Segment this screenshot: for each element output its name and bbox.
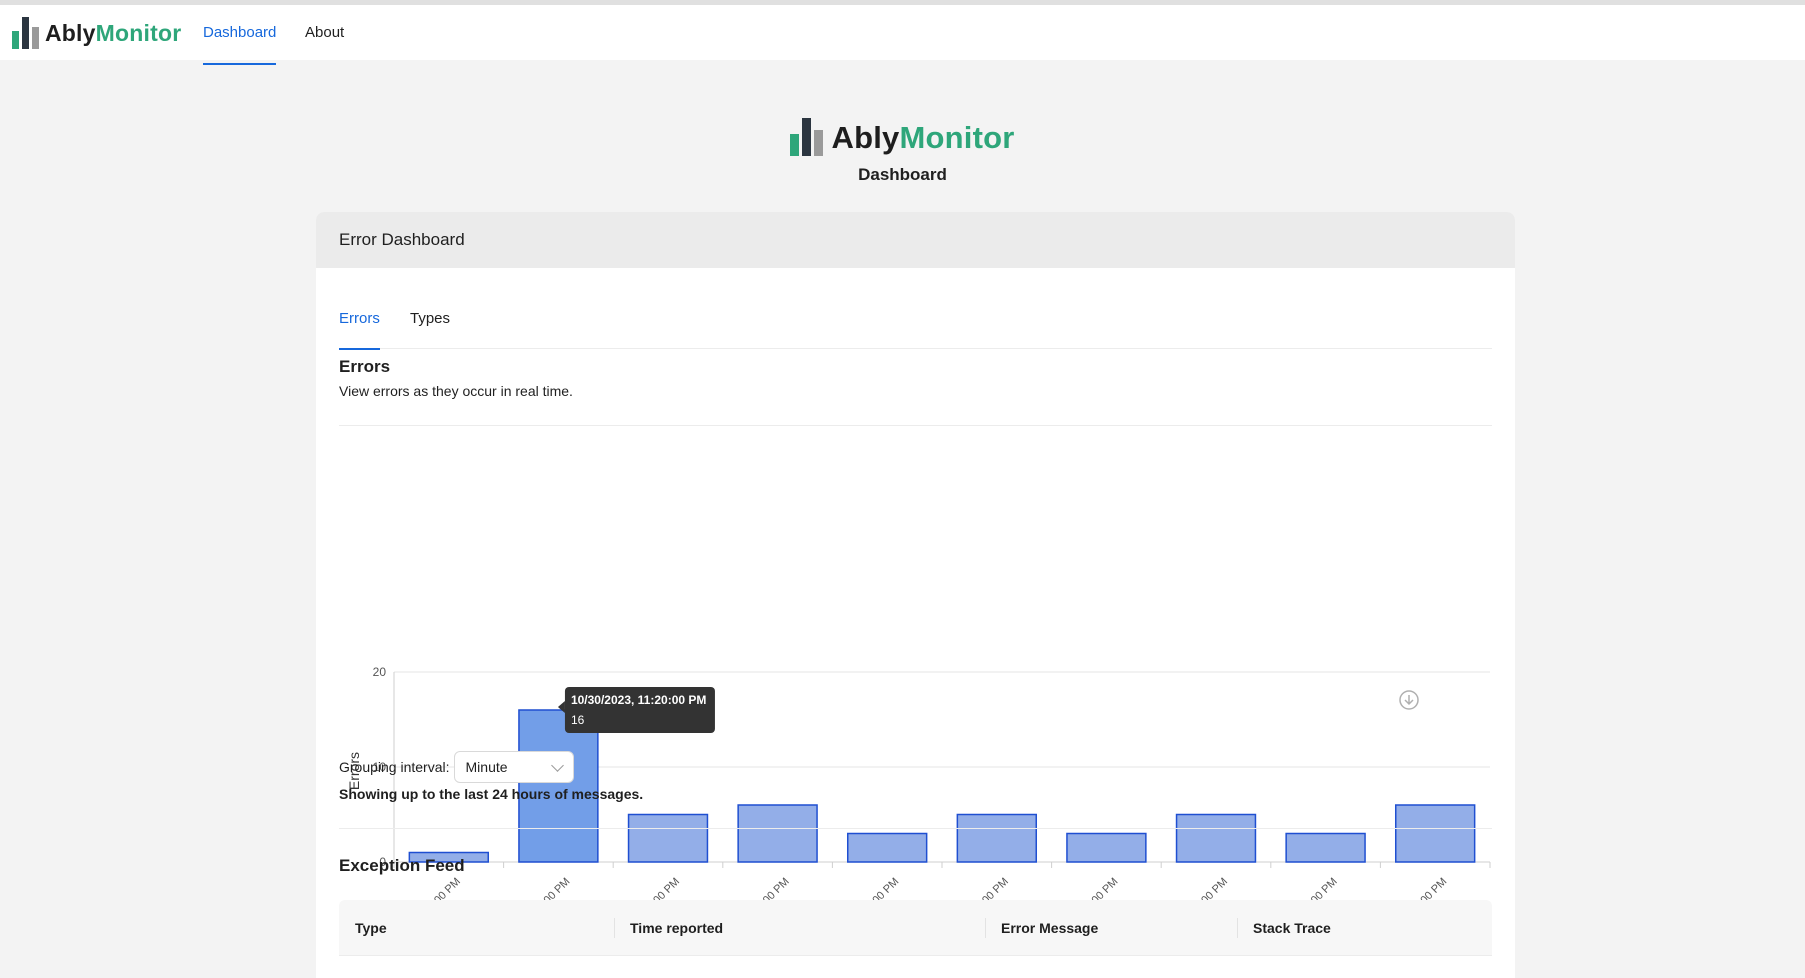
chart-bar bbox=[846, 832, 928, 863]
tab-errors[interactable]: Errors bbox=[339, 299, 380, 350]
hero-brand-monitor: Monitor bbox=[899, 120, 1015, 155]
nav-logo[interactable]: AblyMonitor bbox=[12, 15, 181, 51]
chart-bar bbox=[1394, 804, 1476, 863]
column-header-error-message[interactable]: Error Message bbox=[985, 900, 1098, 956]
chart-bar bbox=[956, 813, 1038, 863]
hero-logo: AblyMonitor bbox=[790, 118, 1014, 156]
grouping-interval-value: Minute bbox=[465, 759, 508, 775]
chart-bar bbox=[1175, 813, 1257, 863]
showing-note: Showing up to the last 24 hours of messa… bbox=[339, 786, 644, 802]
tab-bar: Errors Types bbox=[339, 299, 1492, 350]
grouping-label: Grouping interval: bbox=[339, 759, 450, 775]
chart-bar bbox=[627, 813, 709, 863]
feed-divider bbox=[339, 828, 1492, 829]
chart-bar bbox=[1285, 832, 1366, 863]
chart-bar bbox=[1066, 832, 1147, 863]
grouping-row: Grouping interval: Minute bbox=[339, 751, 574, 783]
tooltip-value: 16 bbox=[571, 713, 585, 727]
nav-brand: AblyMonitor bbox=[45, 20, 181, 47]
grouping-interval-select[interactable]: Minute bbox=[453, 751, 574, 783]
error-dashboard-card: Error Dashboard Errors Types Errors View… bbox=[316, 212, 1515, 978]
logo-bars-icon bbox=[12, 17, 39, 49]
tab-types[interactable]: Types bbox=[410, 299, 450, 349]
nav-brand-monitor: Monitor bbox=[95, 19, 182, 46]
exception-table-header: Type Time reported Error Message Stack T… bbox=[339, 900, 1492, 956]
hero-subtitle: Dashboard bbox=[858, 165, 947, 184]
feed-title: Exception Feed bbox=[339, 856, 465, 875]
column-header-time-reported[interactable]: Time reported bbox=[614, 900, 723, 956]
column-header-type[interactable]: Type bbox=[339, 900, 387, 956]
hero-header: AblyMonitor Dashboard bbox=[0, 118, 1805, 185]
errors-bar-chart: 0102011:19:00 PM11:20:00 PM11:32:00 PM11… bbox=[346, 665, 1491, 952]
y-tick-label: 20 bbox=[373, 665, 387, 679]
top-nav: AblyMonitor Dashboard About bbox=[0, 0, 1805, 65]
section-divider bbox=[339, 425, 1492, 426]
download-arrow bbox=[1404, 695, 1414, 706]
card-title: Error Dashboard bbox=[316, 212, 1515, 268]
nav-item-about[interactable]: About bbox=[305, 5, 344, 65]
chart-bar bbox=[737, 804, 818, 863]
tooltip-title: 10/30/2023, 11:20:00 PM bbox=[571, 693, 706, 707]
hero-brand: AblyMonitor bbox=[831, 120, 1014, 156]
nav-item-dashboard[interactable]: Dashboard bbox=[203, 5, 277, 65]
column-header-stack-trace[interactable]: Stack Trace bbox=[1237, 900, 1331, 956]
section-description: View errors as they occur in real time. bbox=[339, 383, 573, 399]
section-title: Errors bbox=[339, 357, 391, 376]
chevron-down-icon bbox=[550, 758, 564, 772]
hero-brand-ably: Ably bbox=[831, 120, 900, 155]
nav-brand-ably: Ably bbox=[45, 19, 96, 46]
hero-logo-bars-icon bbox=[790, 118, 824, 156]
